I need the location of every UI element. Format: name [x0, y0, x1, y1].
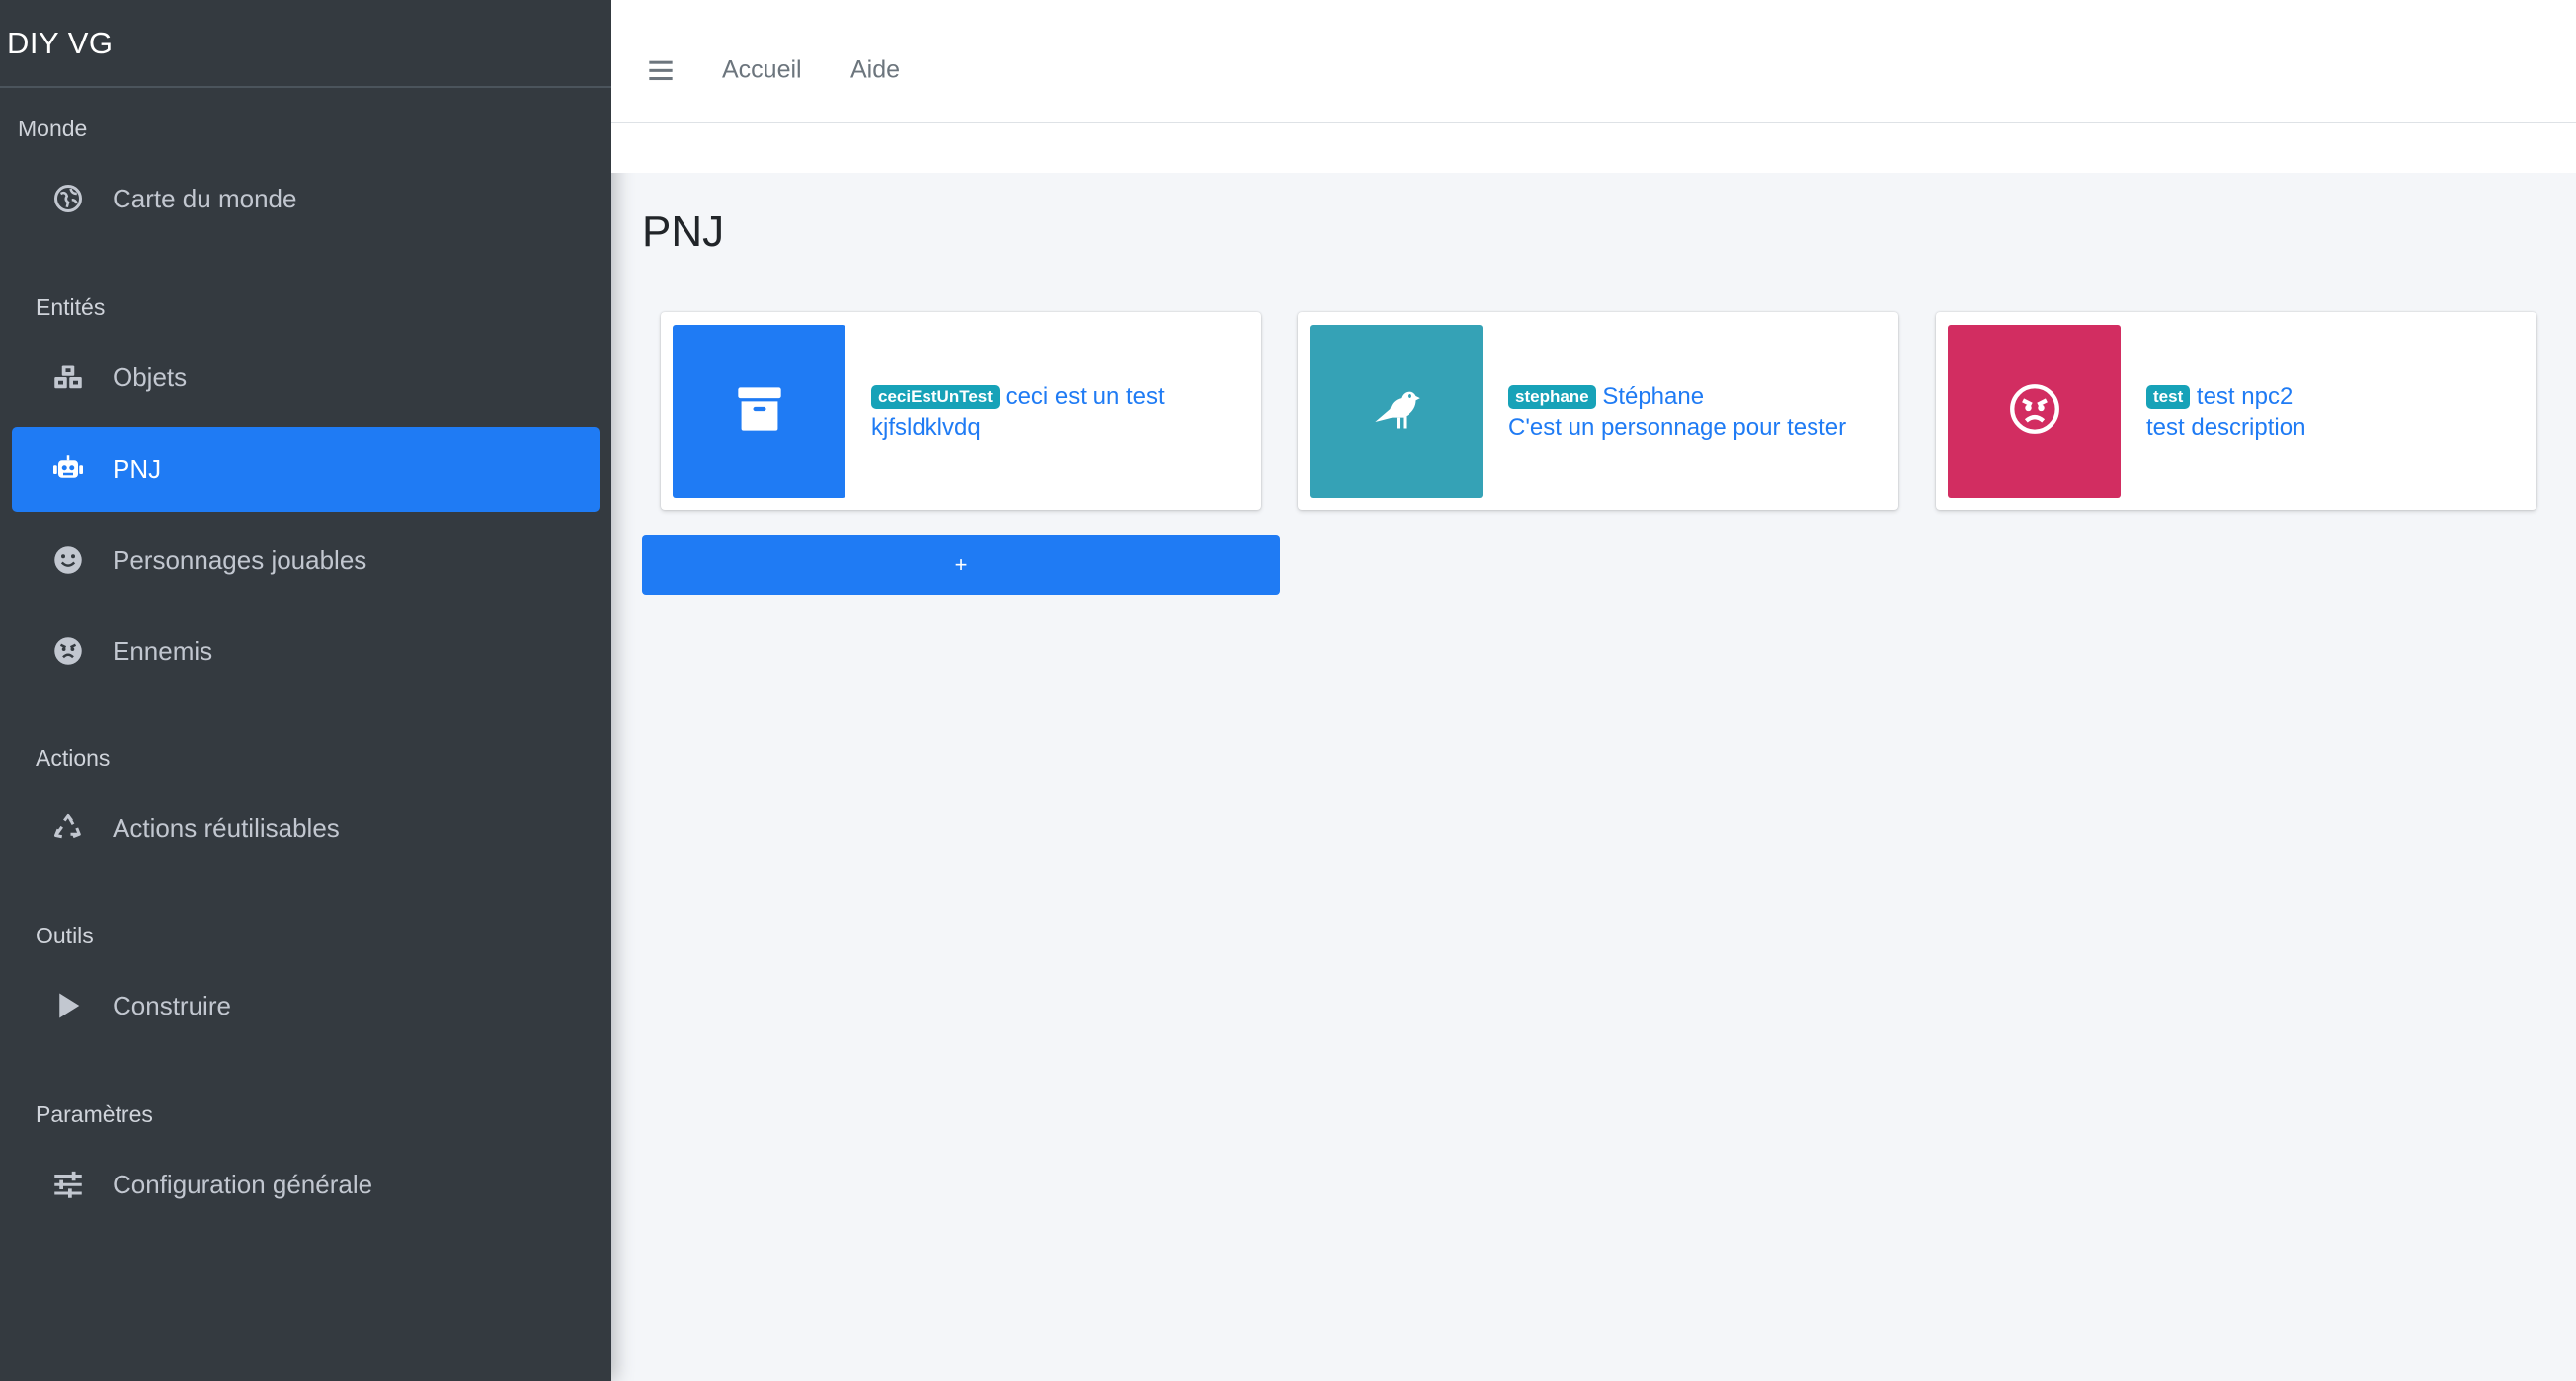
card-text: test test npc2 test description [2146, 381, 2525, 443]
sidebar-item-construire[interactable]: Construire [12, 963, 600, 1048]
angry-face-icon [53, 629, 97, 673]
section-header-outils: Outils [36, 923, 94, 948]
card-icon-box [1310, 325, 1483, 498]
sidebar-item-pnj[interactable]: PNJ [12, 427, 600, 512]
sidebar-item-actions-reutilisables[interactable]: Actions réutilisables [12, 785, 600, 870]
sidebar-item-label: PNJ [113, 453, 162, 484]
npc-card[interactable]: test test npc2 test description [1936, 312, 2536, 510]
section-header-entites: Entités [36, 294, 106, 320]
sidebar: DIY VG Monde Carte du monde Entités Obje… [0, 0, 611, 1381]
sliders-icon [53, 1163, 97, 1206]
sidebar-item-label: Ennemis [113, 635, 213, 666]
sidebar-item-label: Actions réutilisables [113, 812, 340, 843]
sidebar-item-objets[interactable]: Objets [12, 335, 600, 420]
npc-name: test npc2 [2196, 383, 2294, 410]
card-icon-box [1948, 325, 2121, 498]
npc-name: Stéphane [1602, 383, 1705, 410]
cubes-icon [53, 356, 97, 399]
sidebar-item-ennemis[interactable]: Ennemis [12, 609, 600, 693]
npc-description: C'est un personnage pour tester [1508, 414, 1847, 441]
section-header-actions: Actions [36, 745, 111, 771]
npc-id-badge: ceciEstUnTest [871, 385, 1000, 409]
top-navbar: Accueil Aide [611, 0, 2576, 123]
npc-card[interactable]: ceciEstUnTest ceci est un test kjfsldklv… [661, 312, 1261, 510]
npc-id-badge: test [2146, 385, 2191, 409]
hamburger-menu-icon[interactable] [647, 56, 675, 84]
npc-name: ceci est un test [1006, 383, 1165, 410]
smile-icon [53, 538, 97, 582]
section-header-parametres: Paramètres [36, 1101, 153, 1127]
card-text: ceciEstUnTest ceci est un test kjfsldklv… [871, 381, 1249, 443]
page-title: PNJ [642, 207, 725, 256]
content-header-bar [611, 123, 2576, 173]
npc-id-badge: stephane [1508, 385, 1596, 409]
section-header-monde: Monde [18, 116, 88, 141]
nav-link-accueil[interactable]: Accueil [722, 56, 802, 85]
sidebar-item-carte-du-monde[interactable]: Carte du monde [12, 156, 600, 241]
sidebar-item-label: Personnages jouables [113, 544, 367, 575]
angry-face-icon [2009, 383, 2060, 440]
sidebar-item-label: Configuration générale [113, 1169, 373, 1199]
sidebar-item-label: Construire [113, 990, 231, 1020]
sidebar-item-label: Objets [113, 362, 188, 392]
recycle-icon [53, 806, 97, 850]
card-icon-box [673, 325, 845, 498]
play-icon [53, 984, 97, 1027]
sidebar-item-configuration-generale[interactable]: Configuration générale [12, 1142, 600, 1227]
add-npc-button[interactable]: + [642, 535, 1280, 595]
sidebar-item-personnages-jouables[interactable]: Personnages jouables [12, 518, 600, 603]
archive-box-icon [734, 383, 785, 440]
crow-icon [1371, 383, 1422, 440]
npc-description: kjfsldklvdq [871, 414, 981, 441]
sidebar-item-label: Carte du monde [113, 183, 297, 213]
globe-icon [53, 177, 97, 220]
npc-description: test description [2146, 414, 2306, 441]
npc-card[interactable]: stephane Stéphane C'est un personnage po… [1298, 312, 1898, 510]
robot-icon [53, 447, 97, 491]
brand-title[interactable]: DIY VG [0, 0, 611, 88]
card-text: stephane Stéphane C'est un personnage po… [1508, 381, 1887, 443]
nav-link-aide[interactable]: Aide [850, 56, 900, 85]
